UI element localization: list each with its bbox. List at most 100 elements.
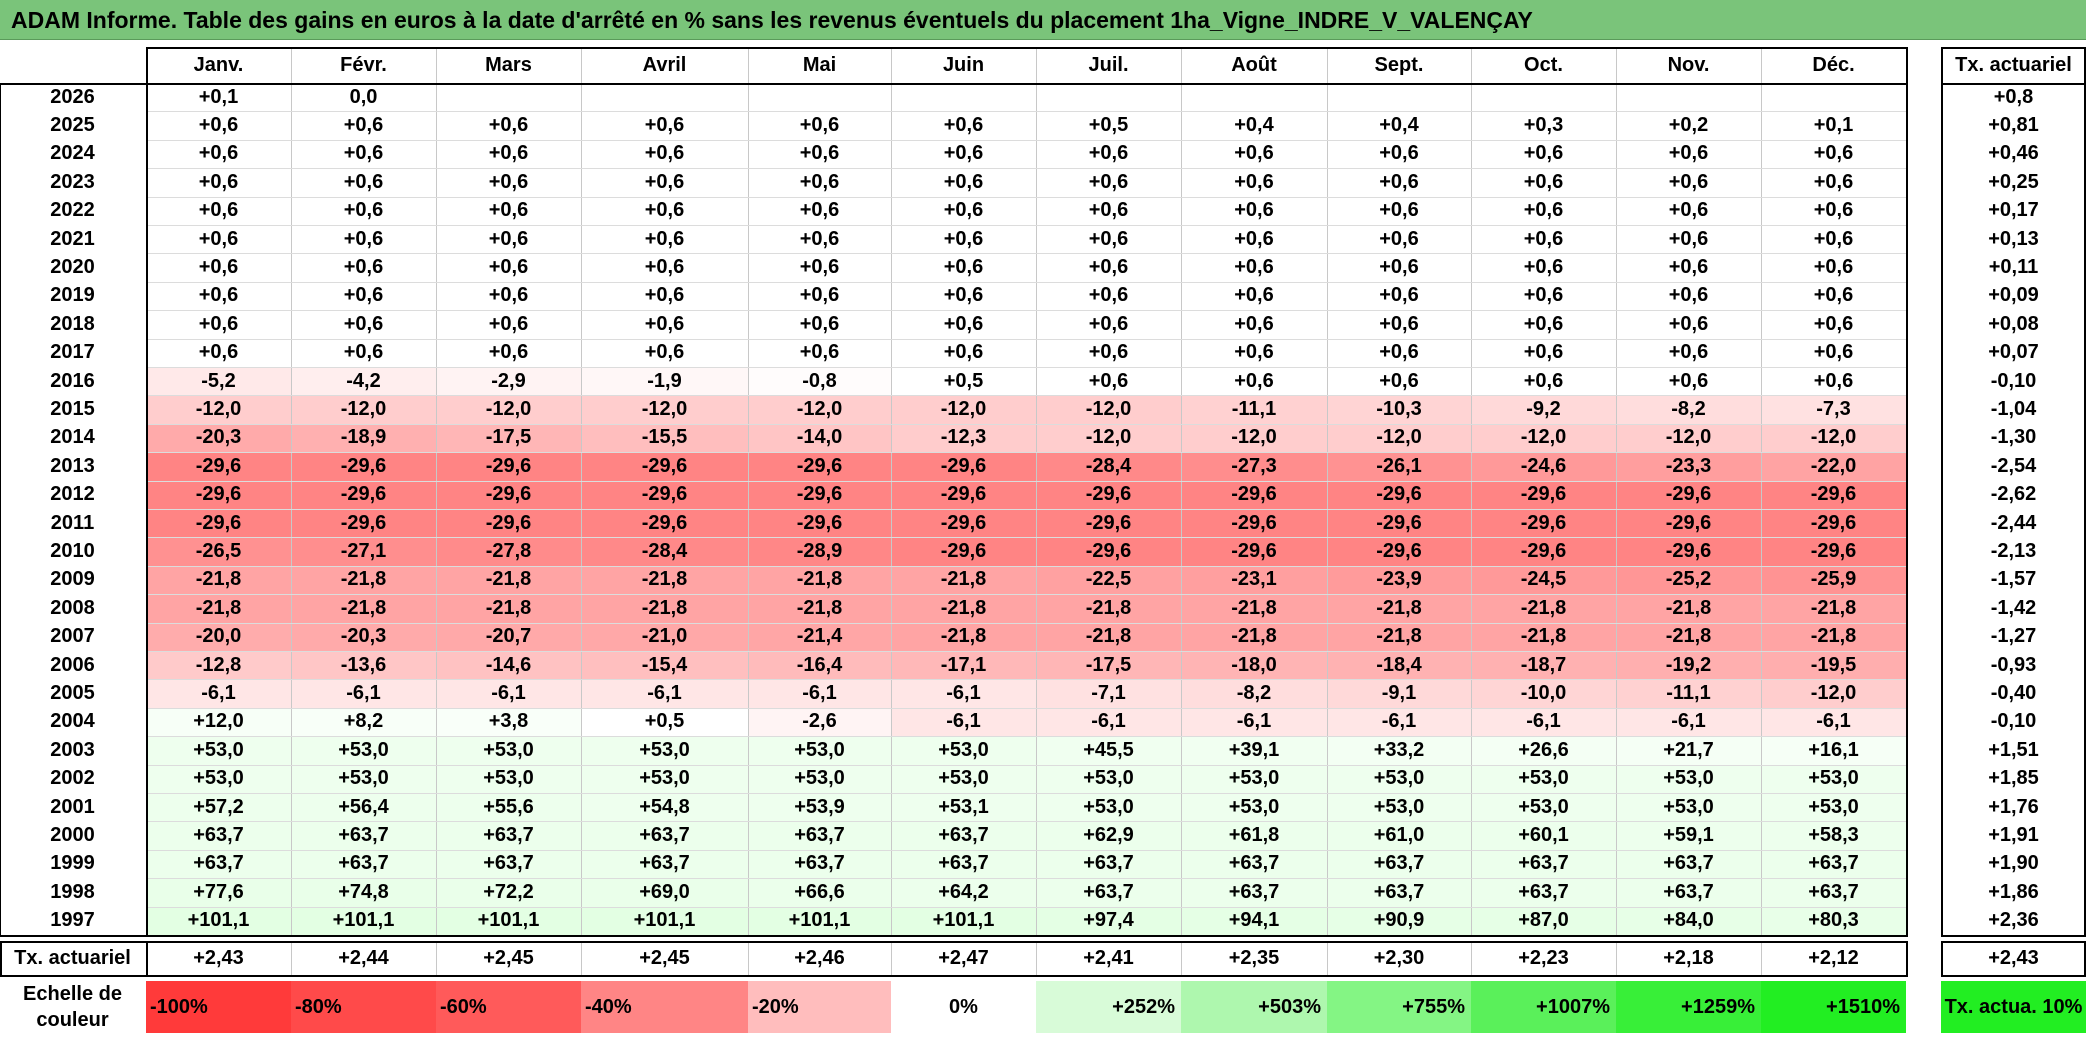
table-cell: +94,1 (1181, 906, 1327, 935)
table-cell: -10,0 (1471, 679, 1616, 708)
year-label: 2024 (50, 142, 95, 165)
legend-swatch: +1259% (1616, 981, 1761, 1033)
table-cell: -21,8 (581, 565, 748, 595)
table-cell: -29,6 (748, 480, 891, 509)
column-header: Janv. (193, 53, 244, 76)
table-cell: +0,6 (748, 111, 891, 140)
table-cell: -6,1 (1761, 707, 1906, 737)
table-cell: +0,6 (436, 253, 581, 282)
table-cell: -21,8 (1181, 622, 1327, 651)
grid-line (1941, 47, 2086, 49)
table-cell: +0,6 (1471, 253, 1616, 282)
rate-cell: +0,46 (1988, 142, 2039, 165)
table-cell: -21,8 (291, 594, 436, 623)
rate-cell: -2,62 (1990, 483, 2037, 506)
table-cell: +0,6 (1616, 253, 1761, 282)
year-label: 2020 (50, 256, 95, 279)
grid-line (1616, 47, 1617, 935)
table-cell: -29,6 (1327, 509, 1471, 538)
table-cell: +63,7 (748, 821, 891, 850)
grid-line (436, 941, 437, 975)
table-cell (891, 83, 1036, 112)
table-cell: -28,4 (1036, 452, 1181, 481)
grid-line (146, 253, 1906, 255)
grid-line (0, 941, 2, 975)
table-cell: +0,6 (1327, 367, 1471, 396)
table-cell: +53,0 (1327, 793, 1471, 822)
table-cell: -22,5 (1036, 565, 1181, 595)
grid-line (1761, 47, 1762, 935)
year-label: 2005 (50, 682, 95, 705)
table-cell: +0,6 (146, 253, 291, 282)
table-cell: -25,9 (1761, 565, 1906, 595)
table-cell: +53,0 (1036, 764, 1181, 793)
table-cell: -21,8 (1761, 594, 1906, 623)
footer-rate-cell: +2,47 (938, 946, 989, 969)
table-cell: -12,0 (291, 395, 436, 424)
table-cell: -12,0 (1761, 679, 1906, 708)
table-cell: +0,6 (291, 310, 436, 339)
table-cell: +0,6 (1471, 225, 1616, 254)
table-cell: +0,6 (436, 196, 581, 225)
table-cell: -6,1 (291, 679, 436, 708)
table-cell: +101,1 (436, 906, 581, 935)
table-cell (1327, 83, 1471, 112)
table-cell: +0,6 (291, 139, 436, 169)
table-cell (1036, 83, 1181, 112)
table-cell: +53,0 (1181, 793, 1327, 822)
rate-cell: +0,17 (1988, 199, 2039, 222)
table-cell: +0,6 (1327, 338, 1471, 367)
rate-cell: -0,10 (1990, 710, 2037, 733)
table-cell: +0,6 (891, 139, 1036, 169)
table-cell: +0,3 (1471, 111, 1616, 140)
table-cell: -29,6 (436, 480, 581, 509)
year-label: 2012 (50, 483, 95, 506)
table-cell: -24,5 (1471, 565, 1616, 595)
table-cell: -18,9 (291, 423, 436, 453)
table-cell: -29,6 (891, 452, 1036, 481)
table-cell: -28,9 (748, 537, 891, 566)
table-cell: +0,6 (581, 139, 748, 169)
table-cell: +53,0 (581, 764, 748, 793)
legend-rate-swatch: Tx. actua. 10% (1941, 981, 2086, 1033)
footer-rate-cell: +2,46 (794, 946, 845, 969)
table-cell: +53,0 (436, 764, 581, 793)
table-cell: +53,0 (748, 736, 891, 765)
grid-line (1036, 47, 1037, 935)
table-cell: +0,6 (581, 168, 748, 197)
legend-swatch: +1007% (1471, 981, 1616, 1033)
legend-swatch: -40% (581, 981, 748, 1033)
table-cell: +53,0 (748, 764, 891, 793)
grid-line (146, 47, 148, 935)
table-cell: -21,8 (1036, 594, 1181, 623)
column-header: Oct. (1524, 53, 1563, 76)
rate-cell: -1,57 (1990, 568, 2037, 591)
year-label: 2003 (50, 738, 95, 761)
table-cell: +0,6 (436, 139, 581, 169)
table-cell: +63,7 (291, 849, 436, 879)
table-cell: -29,6 (1327, 480, 1471, 509)
year-label: 2006 (50, 653, 95, 676)
table-cell: +0,4 (1181, 111, 1327, 140)
table-cell: +0,6 (291, 253, 436, 282)
rate-cell: -2,54 (1990, 454, 2037, 477)
table-cell: +63,7 (891, 849, 1036, 879)
table-cell: -21,8 (1761, 622, 1906, 651)
table-cell: -18,0 (1181, 651, 1327, 680)
year-label: 2010 (50, 540, 95, 563)
table-cell: +53,0 (1036, 793, 1181, 822)
table-cell: +62,9 (1036, 821, 1181, 850)
table-cell: +0,6 (891, 338, 1036, 367)
table-cell: -12,0 (436, 395, 581, 424)
table-cell: +63,7 (146, 849, 291, 879)
rate-cell: +1,90 (1988, 852, 2039, 875)
table-cell: +63,7 (1327, 849, 1471, 879)
table-cell (1616, 83, 1761, 112)
table-cell: +53,0 (891, 764, 1036, 793)
legend-swatch: +252% (1036, 981, 1181, 1033)
legend-swatch: +755% (1327, 981, 1471, 1033)
table-cell: -12,0 (891, 395, 1036, 424)
table-cell: +0,6 (1616, 367, 1761, 396)
table-cell: -12,0 (748, 395, 891, 424)
grid-line (146, 338, 1906, 340)
